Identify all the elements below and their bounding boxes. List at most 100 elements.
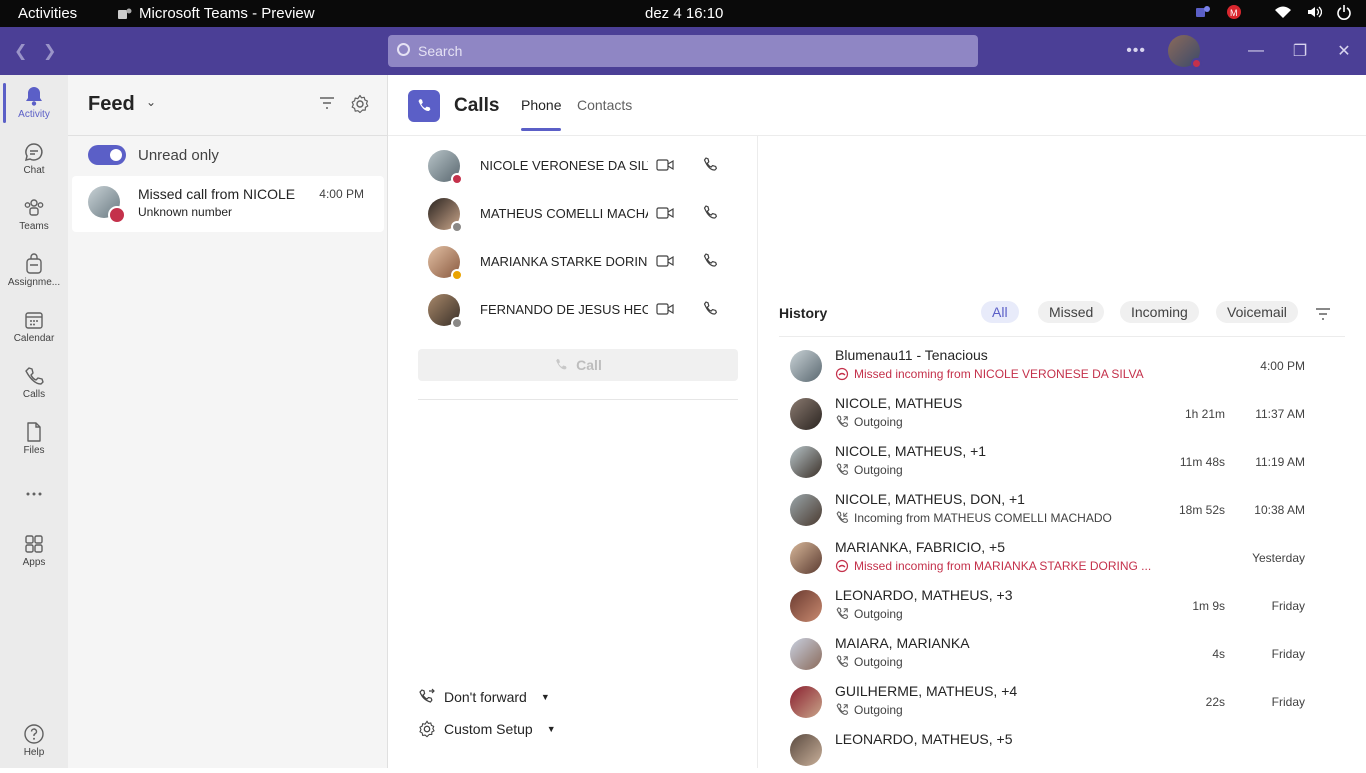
rail-item-activity[interactable]: Activity: [0, 77, 68, 127]
chevron-down-icon[interactable]: ⌄: [146, 95, 156, 109]
phone-icon[interactable]: [702, 301, 718, 317]
history-filter-all[interactable]: All: [981, 301, 1019, 323]
history-row[interactable]: NICOLE, MATHEUS, +1 Outgoing 11m 48s 11:19 …: [788, 437, 1308, 485]
chat-icon: [24, 143, 43, 162]
history-filter-voicemail[interactable]: Voicemail: [1216, 301, 1298, 323]
history-name: Blumenau11 - Tenacious: [835, 347, 988, 363]
rail-item-help[interactable]: Help: [0, 715, 68, 765]
close-button[interactable]: ✕: [1322, 41, 1366, 61]
filter-icon[interactable]: [318, 95, 336, 111]
video-call-icon[interactable]: [656, 206, 674, 220]
rail-item-more[interactable]: [0, 475, 68, 525]
history-title: History: [779, 305, 828, 321]
unread-only-toggle[interactable]: [88, 145, 126, 165]
contact-name: NICOLE VERONESE DA SILVA: [480, 158, 648, 173]
speed-dial-contact[interactable]: FERNANDO DE JESUS HECKING: [418, 290, 728, 330]
history-row[interactable]: NICOLE, MATHEUS, DON, +1 Incoming from MA…: [788, 485, 1308, 533]
history-row[interactable]: LEONARDO, MATHEUS, +3 Outgoing 1m 9s Friday: [788, 581, 1308, 629]
back-arrow-icon[interactable]: ❮: [14, 41, 27, 61]
phone-icon[interactable]: [702, 205, 718, 221]
call-button[interactable]: Call: [418, 349, 738, 381]
rail-label: Apps: [22, 557, 46, 568]
profile-avatar[interactable]: [1168, 35, 1202, 69]
wifi-icon[interactable]: [1274, 4, 1292, 20]
video-call-icon[interactable]: [656, 254, 674, 268]
history-filter-incoming[interactable]: Incoming: [1120, 301, 1199, 323]
history-detail-text: Outgoing: [854, 463, 903, 477]
history-row[interactable]: LEONARDO, MATHEUS, +5: [788, 725, 1308, 773]
speed-dial-contact[interactable]: MATHEUS COMELLI MACHADO: [418, 194, 728, 234]
history-row[interactable]: MARIANKA, FABRICIO, +5 Missed incoming fr…: [788, 533, 1308, 581]
minimize-button[interactable]: —: [1234, 42, 1278, 60]
more-options-icon[interactable]: •••: [1126, 42, 1146, 60]
history-detail-text: Outgoing: [854, 415, 903, 429]
history-time: 11:37 AM: [1255, 407, 1305, 421]
history-filter-missed[interactable]: Missed: [1038, 301, 1105, 323]
rail-item-files[interactable]: Files: [0, 413, 68, 463]
phone-icon: [25, 367, 44, 385]
avatar: [790, 350, 822, 382]
video-call-icon[interactable]: [656, 302, 674, 316]
history-time: Yesterday: [1252, 551, 1305, 565]
clock[interactable]: dez 4 16:10: [645, 5, 723, 22]
rail-label: Chat: [23, 165, 45, 176]
apps-icon: [25, 535, 43, 553]
speed-dial-contact[interactable]: MARIANKA STARKE DORING: [418, 242, 728, 282]
power-icon[interactable]: [1336, 4, 1352, 20]
speed-dial-contact[interactable]: NICOLE VERONESE DA SILVA: [418, 146, 728, 186]
history-detail: Outgoing: [835, 415, 903, 429]
rail-item-chat[interactable]: Chat: [0, 133, 68, 183]
custom-setup-dropdown[interactable]: Custom Setup ▼: [418, 720, 556, 738]
tab-contacts[interactable]: Contacts: [577, 97, 632, 113]
history-time: Friday: [1271, 695, 1305, 709]
calendar-icon: [25, 312, 43, 329]
rail-item-calendar[interactable]: Calendar: [0, 301, 68, 351]
avatar: [88, 186, 126, 224]
maximize-button[interactable]: ❐: [1278, 41, 1322, 61]
phone-icon[interactable]: [702, 253, 718, 269]
rail-item-teams[interactable]: Teams: [0, 189, 68, 239]
history-detail: Missed incoming from NICOLE VERONESE DA …: [835, 367, 1144, 381]
history-time: 4:00 PM: [1260, 359, 1305, 373]
outgoing-call-icon: [836, 463, 849, 475]
system-top-bar: Activities Microsoft Teams - Preview dez…: [0, 0, 1366, 27]
history-duration: 11m 48s: [1179, 455, 1225, 469]
mega-tray-icon[interactable]: M: [1226, 4, 1242, 20]
activities-button[interactable]: Activities: [18, 5, 77, 22]
history-row[interactable]: MAIARA, MARIANKA Outgoing 4s Friday: [788, 629, 1308, 677]
filter-icon[interactable]: [1314, 306, 1332, 322]
forward-setting-dropdown[interactable]: Don't forward ▼: [418, 688, 550, 706]
volume-icon[interactable]: [1306, 4, 1322, 20]
custom-setup-label: Custom Setup: [444, 721, 533, 737]
call-button-label: Call: [576, 357, 602, 373]
rail-item-apps[interactable]: Apps: [0, 525, 68, 575]
history-time: 11:19 AM: [1255, 455, 1305, 469]
rail-item-calls[interactable]: Calls: [0, 357, 68, 407]
app-menu[interactable]: Microsoft Teams - Preview: [117, 5, 315, 22]
search-input[interactable]: Search: [388, 35, 978, 67]
forward-arrow-icon[interactable]: ❯: [43, 41, 56, 61]
history-detail-text: Missed incoming from MARIANKA STARKE DOR…: [854, 559, 1152, 573]
feed-title[interactable]: Feed: [88, 93, 135, 116]
gear-icon[interactable]: [350, 94, 370, 114]
history-detail: Outgoing: [835, 655, 903, 669]
outgoing-call-icon: [836, 703, 849, 715]
tab-phone[interactable]: Phone: [521, 97, 562, 131]
history-row[interactable]: GUILHERME, MATHEUS, +4 Outgoing 22s Friday: [788, 677, 1308, 725]
history-name: MARIANKA, FABRICIO, +5: [835, 539, 1005, 555]
rail-item-assignments[interactable]: Assignme...: [0, 245, 68, 295]
feed-notification-item[interactable]: Missed call from NICOLE Unknown number 4…: [72, 176, 384, 232]
teams-tray-icon[interactable]: [1194, 4, 1212, 20]
rail-label: Calls: [22, 389, 46, 400]
history-row[interactable]: NICOLE, MATHEUS Outgoing 1h 21m 11:37 AM: [788, 389, 1308, 437]
teams-title-bar: ❮ ❯ Search ••• — ❐ ✕: [0, 27, 1366, 75]
divider: [418, 399, 738, 400]
system-tray[interactable]: M: [1194, 4, 1352, 20]
notification-subtitle: Unknown number: [138, 205, 233, 219]
avatar: [428, 198, 463, 233]
phone-icon[interactable]: [702, 157, 718, 173]
video-call-icon[interactable]: [656, 158, 674, 172]
bell-icon: [26, 87, 42, 106]
history-row[interactable]: Blumenau11 - Tenacious Missed incoming fr…: [788, 341, 1308, 389]
missed-call-icon: [835, 559, 849, 573]
